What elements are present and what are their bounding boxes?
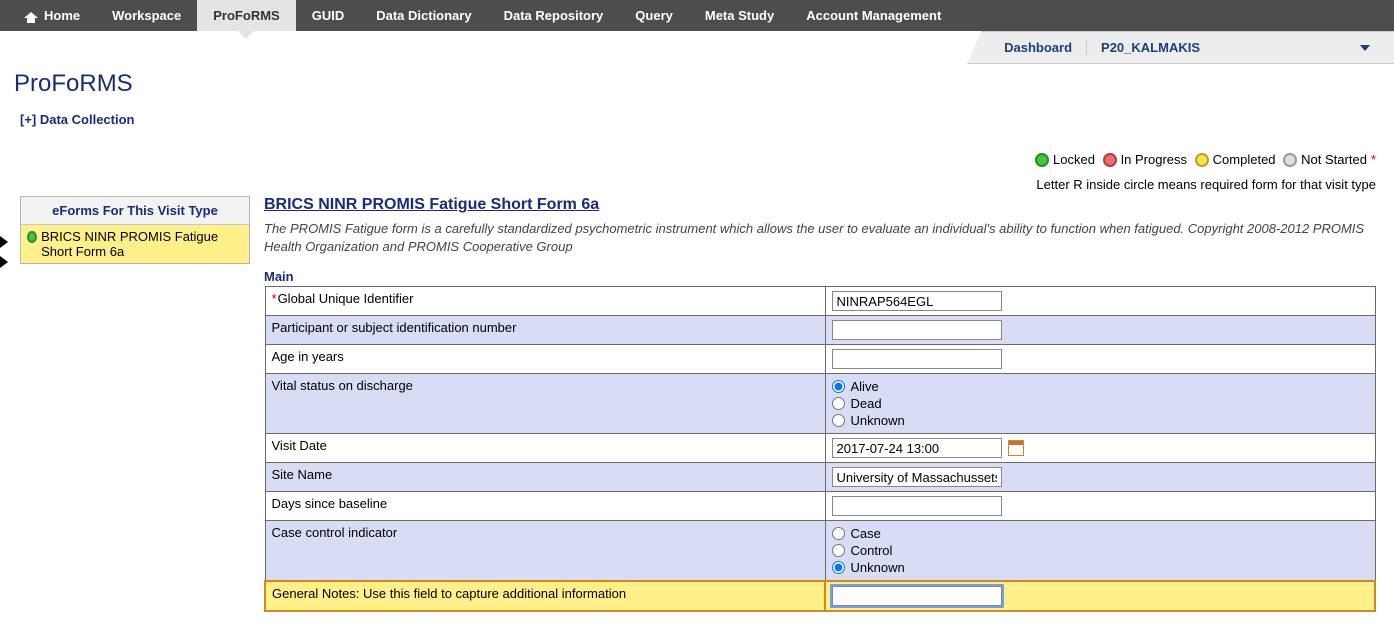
nav-guid[interactable]: GUID	[296, 0, 361, 31]
row-guid: *Global Unique Identifier	[265, 287, 1375, 316]
completed-status-icon	[1195, 153, 1209, 167]
row-days-baseline: Days since baseline	[265, 492, 1375, 521]
age-input[interactable]	[832, 349, 1002, 369]
status-legend: Locked In Progress Completed Not Started…	[0, 127, 1394, 196]
row-participant-id: Participant or subject identification nu…	[265, 316, 1375, 345]
form-content: BRICS NINR PROMIS Fatigue Short Form 6a …	[264, 196, 1376, 612]
days-baseline-input[interactable]	[832, 496, 1002, 516]
general-notes-input[interactable]	[832, 586, 1002, 606]
nav-home[interactable]: Home	[8, 0, 96, 31]
nav-query[interactable]: Query	[619, 0, 689, 31]
vital-unknown-radio[interactable]	[832, 414, 845, 427]
site-name-input[interactable]	[832, 467, 1002, 487]
guid-input[interactable]	[832, 291, 1002, 311]
dashboard-link[interactable]: Dashboard	[990, 40, 1087, 55]
guid-label: Global Unique Identifier	[278, 291, 414, 306]
site-label: Site Name	[265, 463, 825, 492]
row-age: Age in years	[265, 345, 1375, 374]
study-name: P20_KALMAKIS	[1101, 40, 1200, 55]
cci-label: Case control indicator	[265, 521, 825, 582]
chevron-down-icon	[1360, 45, 1370, 51]
section-main: Main	[264, 269, 1376, 284]
not-started-status-icon	[1283, 153, 1297, 167]
required-asterisk: *	[1371, 152, 1376, 167]
locked-status-icon	[27, 231, 37, 243]
arrow-right-icon[interactable]	[0, 236, 8, 248]
cci-control-radio[interactable]	[832, 544, 845, 557]
legend-note: Letter R inside circle means required fo…	[0, 177, 1376, 192]
vital-label: Vital status on discharge	[265, 374, 825, 434]
age-label: Age in years	[265, 345, 825, 374]
in-progress-status-icon	[1103, 153, 1117, 167]
participant-id-input[interactable]	[832, 320, 1002, 340]
vital-alive-radio[interactable]	[832, 380, 845, 393]
top-nav: Home Workspace ProFoRMS GUID Data Dictio…	[0, 0, 1394, 31]
sidebar-header: eForms For This Visit Type	[21, 197, 249, 225]
nav-proforms[interactable]: ProFoRMS	[197, 0, 295, 31]
nav-data-repository[interactable]: Data Repository	[488, 0, 620, 31]
nav-data-dictionary[interactable]: Data Dictionary	[360, 0, 487, 31]
sidebar-item-fatigue-form[interactable]: BRICS NINR PROMIS Fatigue Short Form 6a	[21, 225, 249, 263]
notes-label: General Notes: Use this field to capture…	[265, 581, 825, 611]
row-case-control: Case control indicator Case Control Unkn…	[265, 521, 1375, 582]
nav-meta-study[interactable]: Meta Study	[689, 0, 790, 31]
days-label: Days since baseline	[265, 492, 825, 521]
nav-workspace[interactable]: Workspace	[96, 0, 197, 31]
row-vital-status: Vital status on discharge Alive Dead Unk…	[265, 374, 1375, 434]
visit-date-label: Visit Date	[265, 434, 825, 463]
form-title-link[interactable]: BRICS NINR PROMIS Fatigue Short Form 6a	[264, 196, 599, 213]
arrow-right-icon[interactable]	[0, 256, 8, 268]
nav-home-label: Home	[44, 8, 80, 23]
sidebar-collapse-arrows	[0, 196, 20, 276]
vital-dead-radio[interactable]	[832, 397, 845, 410]
cci-case-radio[interactable]	[832, 527, 845, 540]
nav-account[interactable]: Account Management	[790, 0, 957, 31]
row-site-name: Site Name	[265, 463, 1375, 492]
row-visit-date: Visit Date	[265, 434, 1375, 463]
data-collection-expander[interactable]: [+] Data Collection	[20, 112, 135, 127]
home-icon	[24, 9, 38, 23]
cci-unknown-radio[interactable]	[832, 561, 845, 574]
eforms-sidebar: eForms For This Visit Type BRICS NINR PR…	[20, 196, 250, 264]
sub-bar: Dashboard P20_KALMAKIS	[0, 31, 1394, 64]
required-asterisk: *	[272, 291, 277, 306]
pid-label: Participant or subject identification nu…	[265, 316, 825, 345]
row-general-notes: General Notes: Use this field to capture…	[265, 581, 1375, 611]
locked-status-icon	[1035, 153, 1049, 167]
form-description: The PROMIS Fatigue form is a carefully s…	[264, 220, 1376, 255]
sidebar-item-label: BRICS NINR PROMIS Fatigue Short Form 6a	[41, 229, 243, 259]
study-dropdown[interactable]: P20_KALMAKIS	[1087, 40, 1384, 55]
page-title: ProFoRMS	[14, 70, 1378, 98]
form-table: *Global Unique Identifier Participant or…	[264, 286, 1376, 612]
visit-date-input[interactable]	[832, 438, 1002, 458]
calendar-icon[interactable]	[1008, 440, 1024, 456]
